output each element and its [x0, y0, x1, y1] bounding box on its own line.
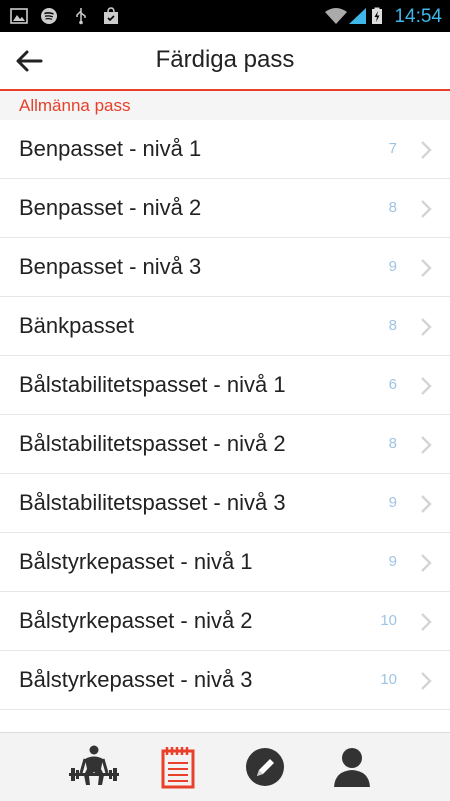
- item-count: 9: [388, 494, 397, 511]
- list-item[interactable]: Bålstyrkepasset - nivå 2 10: [0, 592, 450, 651]
- chevron-right-icon: [421, 672, 432, 690]
- person-icon[interactable]: [332, 745, 372, 789]
- item-count: 9: [388, 258, 397, 275]
- list-item[interactable]: Bålstabilitetspasset - nivå 1 6: [0, 356, 450, 415]
- list-item[interactable]: Bålstabilitetspasset - nivå 3 9: [0, 474, 450, 533]
- pencil-icon[interactable]: [244, 745, 286, 789]
- item-count: 9: [388, 553, 397, 570]
- item-count: 7: [388, 140, 397, 157]
- chevron-right-icon: [421, 613, 432, 631]
- bottom-navigation: [0, 732, 450, 801]
- item-count: 8: [388, 317, 397, 334]
- battery-icon: [372, 7, 382, 24]
- list-item[interactable]: Bålstyrkepasset - nivå 3 10: [0, 651, 450, 710]
- section-label: Allmänna pass: [19, 96, 131, 115]
- wifi-icon: [325, 8, 347, 24]
- app-bar: Färdiga pass: [0, 32, 450, 91]
- chevron-right-icon: [421, 554, 432, 572]
- clock: 14:54: [394, 6, 442, 27]
- shopping-bag-icon: [104, 7, 118, 24]
- signal-icon: [349, 8, 366, 24]
- item-label: Bålstabilitetspasset - nivå 3: [19, 490, 286, 515]
- section-header: Allmänna pass: [0, 91, 450, 120]
- chevron-right-icon: [421, 495, 432, 513]
- notepad-icon[interactable]: [160, 745, 196, 789]
- chevron-right-icon: [421, 259, 432, 277]
- item-label: Benpasset - nivå 3: [19, 254, 202, 279]
- item-label: Bålstabilitetspasset - nivå 2: [19, 431, 286, 456]
- gallery-icon: [10, 8, 28, 24]
- list-item[interactable]: Bänkpasset 8: [0, 297, 450, 356]
- chevron-right-icon: [421, 141, 432, 159]
- weightlifter-icon[interactable]: [68, 745, 120, 789]
- usb-icon: [76, 8, 86, 25]
- page-title: Färdiga pass: [155, 46, 295, 73]
- item-count: 8: [388, 435, 397, 452]
- item-count: 10: [380, 612, 397, 629]
- item-label: Bänkpasset: [19, 313, 134, 338]
- chevron-right-icon: [421, 436, 432, 454]
- chevron-right-icon: [421, 377, 432, 395]
- item-label: Bålstabilitetspasset - nivå 1: [19, 372, 286, 397]
- list-item[interactable]: Benpasset - nivå 2 8: [0, 179, 450, 238]
- item-count: 8: [388, 199, 397, 216]
- status-bar: 14:54: [0, 0, 450, 32]
- item-label: Bålstyrkepasset - nivå 1: [19, 549, 253, 574]
- item-count: 6: [388, 376, 397, 393]
- item-label: Bålstyrkepasset - nivå 3: [19, 667, 253, 692]
- list-item[interactable]: Benpasset - nivå 3 9: [0, 238, 450, 297]
- chevron-right-icon: [421, 318, 432, 336]
- list-item[interactable]: Benpasset - nivå 1 7: [0, 120, 450, 179]
- spotify-icon: [41, 8, 57, 24]
- list-item[interactable]: [0, 710, 450, 732]
- list-item[interactable]: Bålstabilitetspasset - nivå 2 8: [0, 415, 450, 474]
- list-item[interactable]: Bålstyrkepasset - nivå 1 9: [0, 533, 450, 592]
- item-count: 10: [380, 671, 397, 688]
- item-label: Benpasset - nivå 1: [19, 136, 202, 161]
- item-label: Bålstyrkepasset - nivå 2: [19, 608, 253, 633]
- workout-list[interactable]: Benpasset - nivå 1 7 Benpasset - nivå 2 …: [0, 120, 450, 732]
- item-label: Benpasset - nivå 2: [19, 195, 202, 220]
- chevron-right-icon: [421, 200, 432, 218]
